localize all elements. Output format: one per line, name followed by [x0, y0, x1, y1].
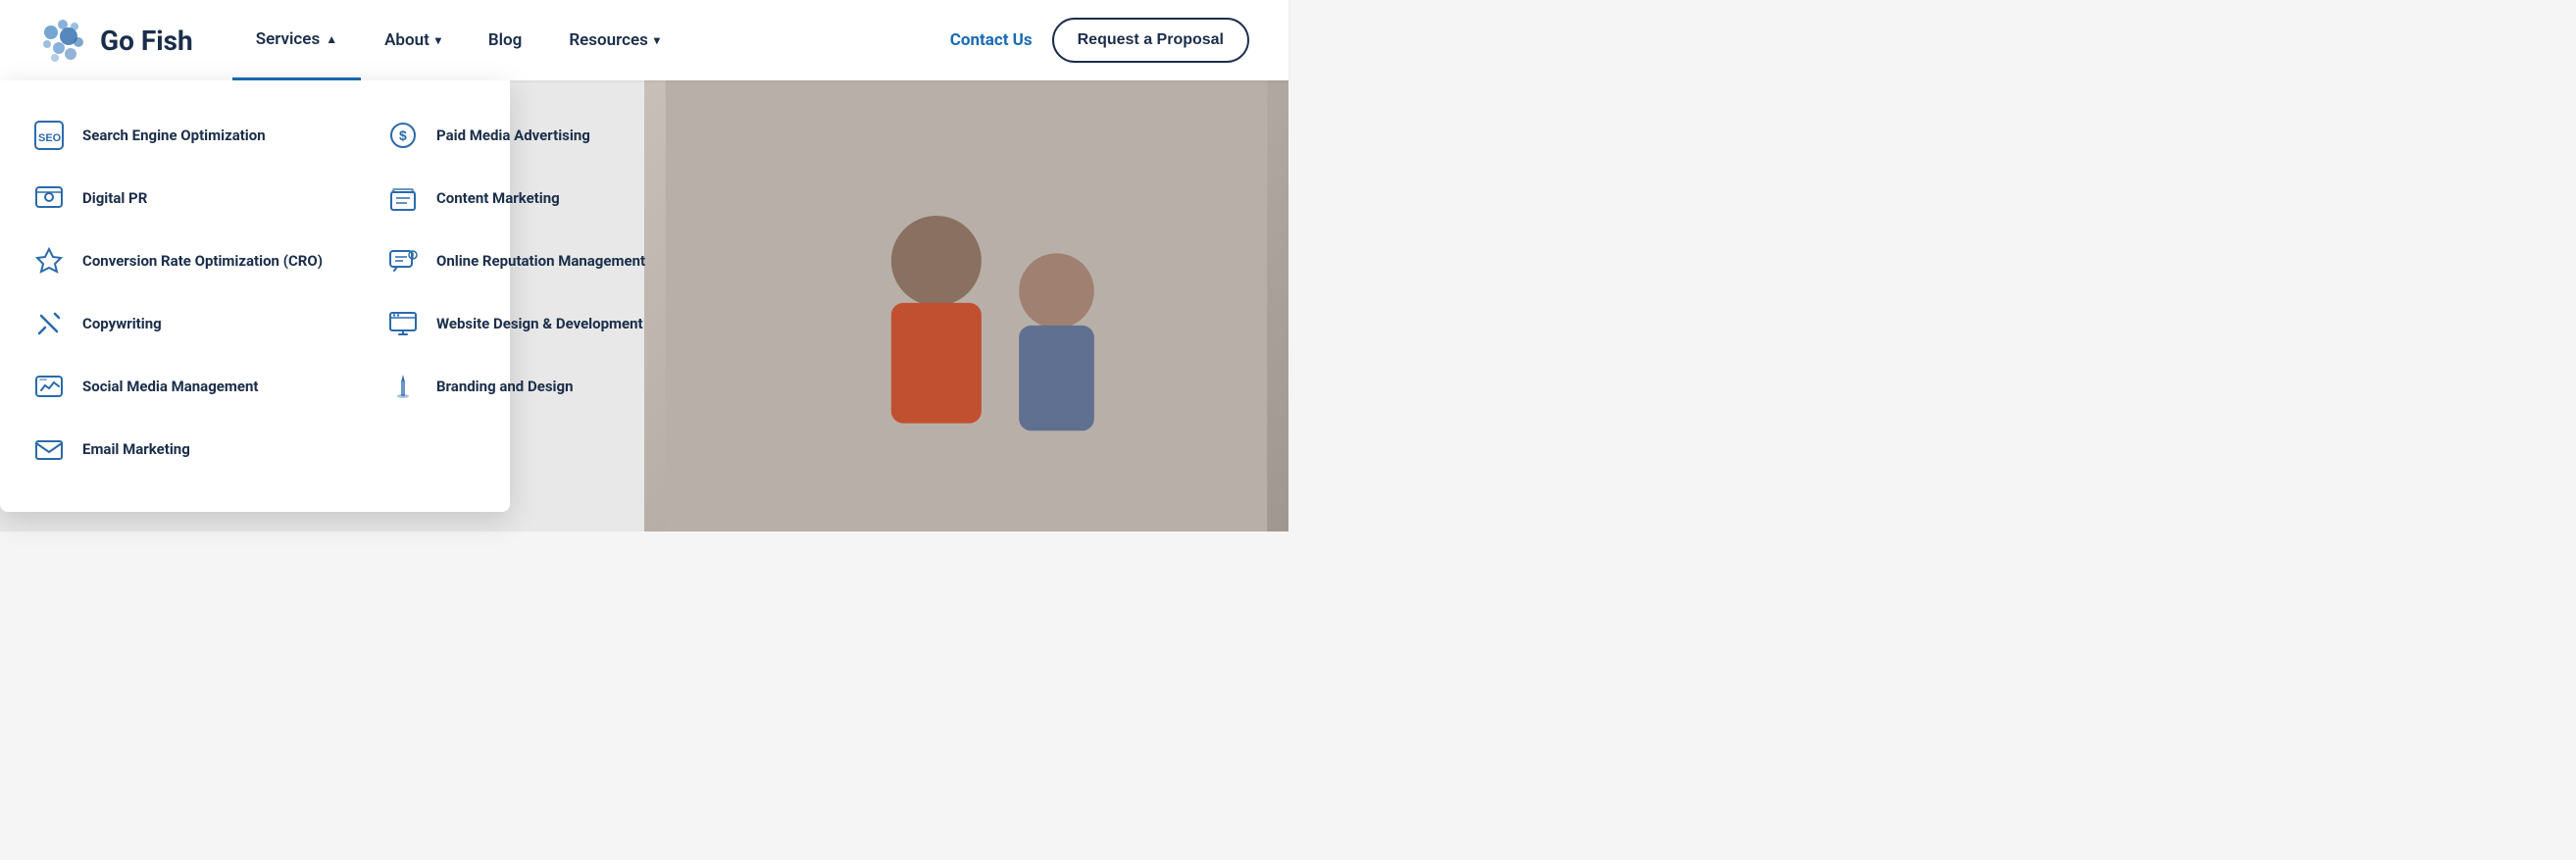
resources-chevron-icon: ▾	[654, 33, 660, 47]
copy-icon	[31, 306, 67, 341]
services-dropdown: SEO Search Engine Optimization Digital P…	[0, 80, 510, 512]
email-icon	[31, 431, 67, 467]
svg-text:$: $	[399, 127, 407, 143]
dropdown-item-web[interactable]: Website Design & Development	[354, 292, 677, 355]
hero-image	[644, 80, 1288, 531]
orm-label: Online Reputation Management	[436, 252, 645, 270]
content-label: Content Marketing	[436, 189, 560, 207]
web-label: Website Design & Development	[436, 315, 643, 332]
nav-services[interactable]: Services ▲	[232, 0, 361, 80]
nav-resources[interactable]: Resources ▾	[545, 0, 683, 80]
pr-label: Digital PR	[82, 189, 147, 207]
email-label: Email Marketing	[82, 440, 190, 458]
request-proposal-button[interactable]: Request a Proposal	[1052, 18, 1249, 63]
brand-label: Branding and Design	[436, 378, 574, 395]
services-chevron-icon: ▲	[326, 32, 337, 46]
dropdown-left-col: SEO Search Engine Optimization Digital P…	[0, 104, 354, 481]
logo-link[interactable]: Go Fish	[39, 15, 193, 66]
dropdown-item-pr[interactable]: Digital PR	[0, 167, 354, 229]
nav-about[interactable]: About ▾	[361, 0, 465, 80]
dropdown-item-cro[interactable]: Conversion Rate Optimization (CRO)	[0, 229, 354, 292]
cro-icon	[31, 243, 67, 278]
orm-icon	[385, 243, 421, 278]
dropdown-item-email[interactable]: Email Marketing	[0, 418, 354, 481]
paid-icon: $	[385, 118, 421, 153]
dropdown-item-seo[interactable]: SEO Search Engine Optimization	[0, 104, 354, 167]
seo-icon: SEO	[31, 118, 67, 153]
logo-icon	[39, 15, 90, 66]
social-icon	[31, 369, 67, 404]
content-icon	[385, 180, 421, 216]
nav-blog[interactable]: Blog	[465, 0, 546, 80]
web-icon	[385, 306, 421, 341]
svg-text:SEO: SEO	[38, 132, 62, 144]
dropdown-item-copy[interactable]: Copywriting	[0, 292, 354, 355]
pr-icon	[31, 180, 67, 216]
brand-name: Go Fish	[100, 25, 193, 57]
paid-label: Paid Media Advertising	[436, 126, 590, 144]
about-chevron-icon: ▾	[435, 33, 441, 47]
seo-label: Search Engine Optimization	[82, 126, 266, 144]
dropdown-item-content[interactable]: Content Marketing	[354, 167, 677, 229]
main-nav: Services ▲ About ▾ Blog Resources ▾	[232, 0, 950, 80]
dropdown-right-col: $ Paid Media Advertising Content Marketi…	[354, 104, 677, 481]
social-label: Social Media Management	[82, 378, 258, 395]
copy-label: Copywriting	[82, 315, 162, 332]
nav-right: Contact Us Request a Proposal	[950, 18, 1249, 63]
dropdown-item-paid[interactable]: $ Paid Media Advertising	[354, 104, 677, 167]
brand-icon	[385, 369, 421, 404]
dropdown-item-brand[interactable]: Branding and Design	[354, 355, 677, 418]
dropdown-item-orm[interactable]: Online Reputation Management	[354, 229, 677, 292]
header: Go Fish Services ▲ About ▾ Blog Resource…	[0, 0, 1288, 80]
cro-label: Conversion Rate Optimization (CRO)	[82, 252, 323, 270]
dropdown-item-social[interactable]: Social Media Management	[0, 355, 354, 418]
contact-us-link[interactable]: Contact Us	[950, 30, 1033, 50]
dropdown-grid: SEO Search Engine Optimization Digital P…	[0, 104, 510, 481]
